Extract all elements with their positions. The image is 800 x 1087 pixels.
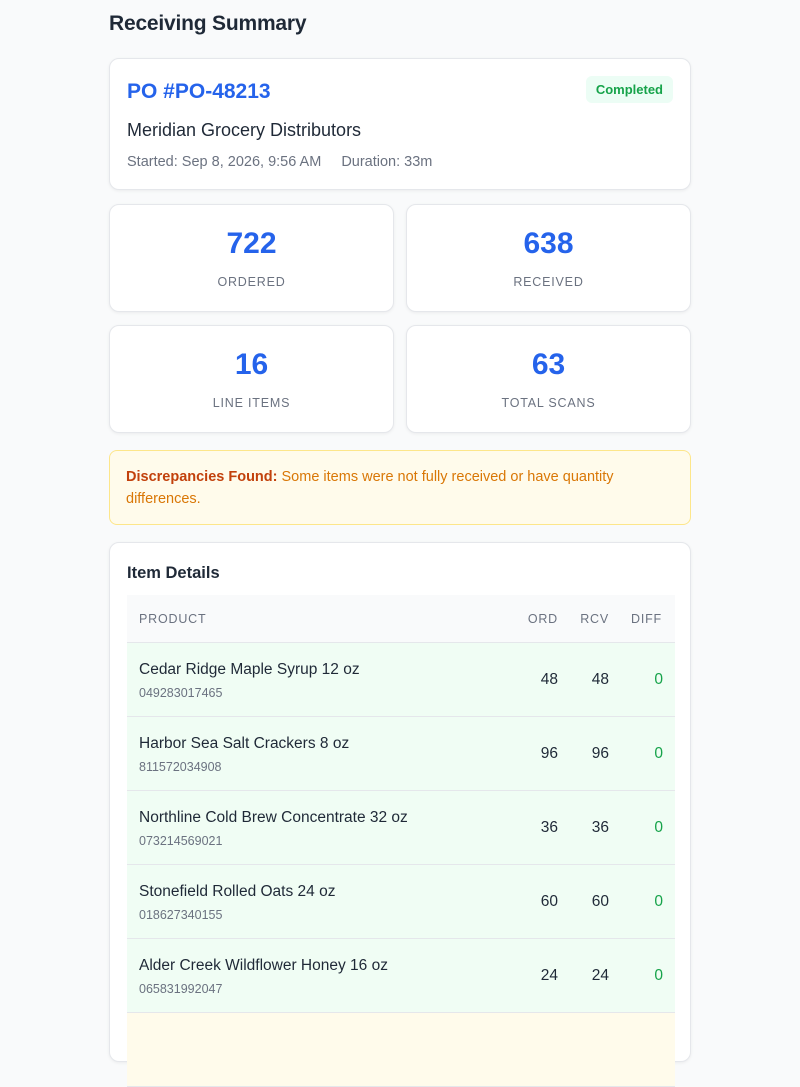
stat-label: TOTAL SCANS bbox=[501, 396, 596, 410]
product-sku: 073214569021 bbox=[139, 834, 223, 848]
table-row[interactable] bbox=[127, 1013, 675, 1087]
item-details-table: PRODUCT ORD RCV DIFF Cedar Ridge Maple S… bbox=[127, 595, 675, 1087]
stat-value: 63 bbox=[531, 348, 566, 381]
po-summary-card: PO #PO-48213 Completed Meridian Grocery … bbox=[109, 58, 691, 190]
stat-received: 638 RECEIVED bbox=[406, 204, 691, 312]
table-header: PRODUCT ORD RCV DIFF bbox=[127, 595, 675, 643]
product-name: Cedar Ridge Maple Syrup 12 oz bbox=[139, 661, 360, 678]
stat-value: 638 bbox=[523, 227, 574, 260]
received-qty: 24 bbox=[591, 967, 609, 984]
discrepancy-alert: Discrepancies Found: Some items were not… bbox=[109, 450, 691, 525]
diff-qty: 0 bbox=[654, 745, 663, 762]
stat-total-scans: 63 TOTAL SCANS bbox=[406, 325, 691, 433]
table-row[interactable]: Stonefield Rolled Oats 24 oz 01862734015… bbox=[127, 865, 675, 939]
vendor-name: Meridian Grocery Distributors bbox=[127, 120, 362, 140]
stat-label: ORDERED bbox=[217, 275, 286, 289]
product-sku: 065831992047 bbox=[139, 982, 223, 996]
product-sku: 049283017465 bbox=[139, 686, 223, 700]
diff-qty: 0 bbox=[654, 671, 663, 688]
received-qty: 96 bbox=[591, 745, 609, 762]
stat-value: 722 bbox=[226, 227, 277, 260]
table-row[interactable]: Alder Creek Wildflower Honey 16 oz 06583… bbox=[127, 939, 675, 1013]
column-header-ord[interactable]: ORD bbox=[528, 612, 558, 626]
product-name: Stonefield Rolled Oats 24 oz bbox=[139, 883, 336, 900]
stat-ordered: 722 ORDERED bbox=[109, 204, 394, 312]
started-time: Started: Sep 8, 2026, 9:56 AM bbox=[127, 154, 322, 170]
item-details-card: Item Details PRODUCT ORD RCV DIFF Cedar … bbox=[109, 542, 691, 1087]
ordered-qty: 36 bbox=[540, 819, 558, 836]
table-row[interactable]: Harbor Sea Salt Crackers 8 oz 8115720349… bbox=[127, 717, 675, 791]
table-row[interactable]: Northline Cold Brew Concentrate 32 oz 07… bbox=[127, 791, 675, 865]
received-qty: 48 bbox=[591, 671, 609, 688]
ordered-qty: 48 bbox=[540, 671, 558, 688]
product-name: Harbor Sea Salt Crackers 8 oz bbox=[139, 735, 350, 752]
diff-qty: 0 bbox=[654, 967, 663, 984]
ordered-qty: 24 bbox=[540, 967, 558, 984]
column-header-product[interactable]: PRODUCT bbox=[139, 612, 206, 626]
product-name: Northline Cold Brew Concentrate 32 oz bbox=[139, 809, 408, 826]
po-meta: Started: Sep 8, 2026, 9:56 AM Duration: … bbox=[127, 154, 432, 170]
duration: Duration: 33m bbox=[341, 154, 433, 170]
product-sku: 018627340155 bbox=[139, 908, 223, 922]
ordered-qty: 60 bbox=[540, 893, 558, 910]
table-row[interactable]: Cedar Ridge Maple Syrup 12 oz 0492830174… bbox=[127, 643, 675, 717]
stat-line-items: 16 LINE ITEMS bbox=[109, 325, 394, 433]
product-sku: 811572034908 bbox=[139, 760, 222, 774]
status-badge: Completed bbox=[585, 76, 673, 103]
page-title: Receiving Summary bbox=[109, 12, 307, 35]
product-name: Alder Creek Wildflower Honey 16 oz bbox=[139, 957, 388, 974]
diff-qty: 0 bbox=[654, 819, 663, 836]
diff-qty: 0 bbox=[654, 893, 663, 910]
ordered-qty: 96 bbox=[540, 745, 558, 762]
column-header-rcv[interactable]: RCV bbox=[580, 612, 609, 626]
column-header-diff[interactable]: DIFF bbox=[631, 612, 662, 626]
stat-label: LINE ITEMS bbox=[212, 396, 291, 410]
alert-title: Discrepancies Found: bbox=[126, 469, 278, 485]
stat-label: RECEIVED bbox=[513, 275, 584, 289]
item-details-title: Item Details bbox=[127, 564, 220, 582]
po-number: PO #PO-48213 bbox=[127, 80, 271, 103]
received-qty: 60 bbox=[591, 893, 609, 910]
stat-value: 16 bbox=[234, 348, 269, 381]
received-qty: 36 bbox=[591, 819, 609, 836]
